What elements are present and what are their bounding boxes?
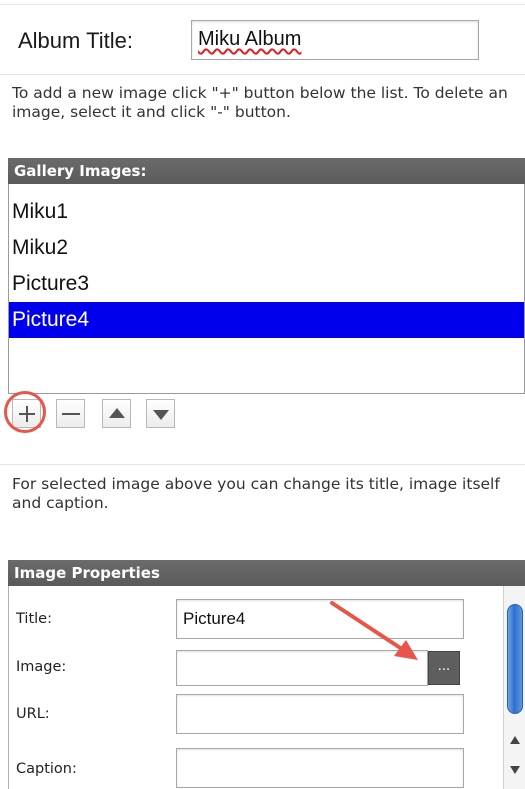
annotation-arrow [330, 601, 418, 660]
